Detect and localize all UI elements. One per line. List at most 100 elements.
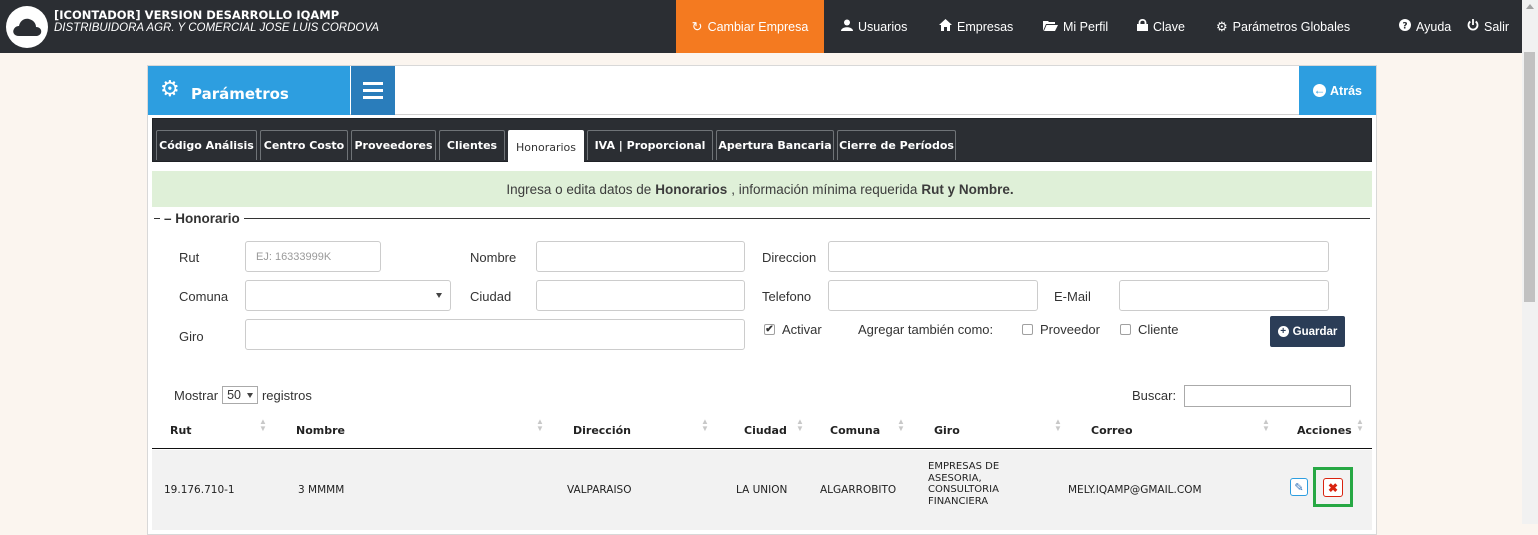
tab-apertura-bancaria[interactable]: Apertura Bancaria <box>716 130 834 160</box>
rut-label: Rut <box>179 250 200 265</box>
pencil-icon: ✎ <box>1294 481 1304 494</box>
cloud-logo-icon[interactable] <box>6 6 48 48</box>
nav-label: Usuarios <box>858 19 908 34</box>
telefono-label: Telefono <box>762 289 812 304</box>
direccion-input[interactable] <box>828 241 1329 272</box>
agregar-label: Agregar también como: <box>858 322 994 337</box>
col-header-acciones[interactable]: Acciones <box>1297 424 1352 437</box>
tab-clientes[interactable]: Clientes <box>439 130 505 160</box>
edit-button[interactable]: ✎ <box>1290 478 1308 496</box>
sort-icon: ▲ ▼ <box>897 417 905 433</box>
proveedor-label: Proveedor <box>1040 322 1100 337</box>
sort-icon: ▲ ▼ <box>1262 417 1270 433</box>
direccion-label: Direccion <box>762 250 817 265</box>
chevron-down-icon <box>436 293 442 298</box>
proveedor-checkbox[interactable] <box>1022 324 1033 335</box>
tab-iva-proporcional[interactable]: IVA | Proporcional <box>587 130 713 160</box>
tab-honorarios[interactable]: Honorarios <box>508 130 584 163</box>
scroll-up-icon[interactable] <box>1526 4 1534 9</box>
comuna-label: Comuna <box>179 289 229 304</box>
nav-salir[interactable]: Salir <box>1467 0 1509 53</box>
nav-label: Cambiar Empresa <box>707 19 809 34</box>
tab-codigo-analisis[interactable]: Código Análisis <box>156 130 257 160</box>
power-icon <box>1467 19 1479 34</box>
app-title: [ICONTADOR] VERSION DESARROLLO IQAMP <box>54 8 340 22</box>
nav-label: Clave <box>1153 19 1185 34</box>
delete-button[interactable]: ✖ <box>1323 478 1343 497</box>
panel-header: ⚙ Parámetros ← Atrás <box>148 66 1376 115</box>
tab-centro-costo[interactable]: Centro Costo <box>260 130 348 160</box>
col-header-giro[interactable]: Giro <box>934 424 960 437</box>
delete-highlight: ✖ <box>1313 467 1353 507</box>
sort-icon: ▲ ▼ <box>1054 417 1062 433</box>
arrow-left-icon: ← <box>1313 83 1327 97</box>
nav-empresas[interactable]: Empresas <box>939 0 1013 53</box>
sort-icon: ▲ ▼ <box>259 417 267 433</box>
sort-icon: ▲ ▼ <box>796 417 804 433</box>
comuna-select[interactable] <box>245 280 451 311</box>
nombre-label: Nombre <box>470 250 517 265</box>
col-header-rut[interactable]: Rut <box>170 424 192 437</box>
cell-nombre: 3 MMMM <box>298 484 345 496</box>
page-scrollbar[interactable] <box>1522 0 1538 524</box>
company-name: DISTRIBUIDORA AGR. Y COMERCIAL JOSE LUIS… <box>54 22 380 34</box>
scrollbar-thumb[interactable] <box>1524 52 1535 302</box>
plus-circle-icon: + <box>1277 326 1289 337</box>
col-header-correo[interactable]: Correo <box>1091 424 1133 437</box>
cell-comuna: ALGARROBITO <box>820 484 897 496</box>
page-length-select[interactable]: 50 <box>222 386 258 404</box>
panel-title: Parámetros <box>191 85 289 103</box>
fieldset-legend: – Honorario <box>160 211 244 226</box>
cliente-checkbox[interactable] <box>1120 324 1131 335</box>
nav-label: Mi Perfil <box>1063 19 1109 34</box>
activar-checkbox[interactable]: ✔ <box>764 324 775 335</box>
col-header-nombre[interactable]: Nombre <box>296 424 345 437</box>
col-header-direccion[interactable]: Dirección <box>573 424 631 437</box>
svg-text:?: ? <box>1402 22 1407 32</box>
nav-label: Salir <box>1484 19 1510 34</box>
cog-icon: ⚙ <box>160 76 180 101</box>
info-message: Ingresa o edita datos de Honorarios , in… <box>152 171 1372 207</box>
sort-icon: ▲ ▼ <box>1356 417 1364 433</box>
back-label: Atrás <box>1330 83 1362 98</box>
question-icon: ? <box>1399 19 1411 34</box>
table-header-divider <box>152 448 1372 449</box>
menu-toggle-button[interactable] <box>351 66 395 115</box>
parametros-panel: ⚙ Parámetros ← Atrás Código Análisis Cen… <box>147 65 1377 535</box>
cell-rut: 19.176.710-1 <box>164 484 235 496</box>
nav-label: Empresas <box>957 19 1014 34</box>
giro-label: Giro <box>179 329 204 344</box>
col-header-ciudad[interactable]: Ciudad <box>744 424 787 437</box>
tab-proveedores[interactable]: Proveedores <box>351 130 436 160</box>
sort-icon: ▲ ▼ <box>701 417 709 433</box>
page-length-control: Mostrar 50 registros <box>174 386 312 404</box>
activar-label: Activar <box>782 322 822 337</box>
giro-input[interactable] <box>245 319 745 350</box>
search-input[interactable] <box>1184 385 1351 407</box>
ciudad-input[interactable] <box>536 280 745 311</box>
back-button[interactable]: ← Atrás <box>1299 66 1376 115</box>
nav-mi-perfil[interactable]: Mi Perfil <box>1043 0 1108 53</box>
chevron-down-icon <box>246 392 253 398</box>
nav-cambiar-empresa[interactable]: ↻ Cambiar Empresa <box>676 0 824 53</box>
nav-clave[interactable]: Clave <box>1137 0 1185 53</box>
cell-correo: MELY.IQAMP@GMAIL.COM <box>1068 484 1202 496</box>
nav-usuarios[interactable]: Usuarios <box>841 0 907 53</box>
email-input[interactable] <box>1119 280 1329 311</box>
sort-icon: ▲ ▼ <box>536 417 544 433</box>
panel-title-block: ⚙ Parámetros <box>148 66 350 115</box>
search-label: Buscar: <box>1132 388 1177 403</box>
tab-cierre-periodos[interactable]: Cierre de Períodos <box>837 130 956 160</box>
save-button[interactable]: + Guardar <box>1270 316 1345 347</box>
times-icon: ✖ <box>1327 480 1339 495</box>
brand: [ICONTADOR] VERSION DESARROLLO IQAMP DIS… <box>54 9 379 35</box>
rut-input[interactable]: EJ: 16333999K <box>245 241 381 272</box>
telefono-input[interactable] <box>828 280 1038 311</box>
email-label: E-Mail <box>1054 289 1091 304</box>
nav-ayuda[interactable]: ? Ayuda <box>1399 0 1451 53</box>
col-header-comuna[interactable]: Comuna <box>830 424 880 437</box>
nombre-input[interactable] <box>536 241 745 272</box>
cell-direccion: VALPARAISO <box>567 484 632 496</box>
user-icon <box>841 19 853 34</box>
nav-parametros-globales[interactable]: ⚙ Parámetros Globales <box>1216 0 1350 53</box>
